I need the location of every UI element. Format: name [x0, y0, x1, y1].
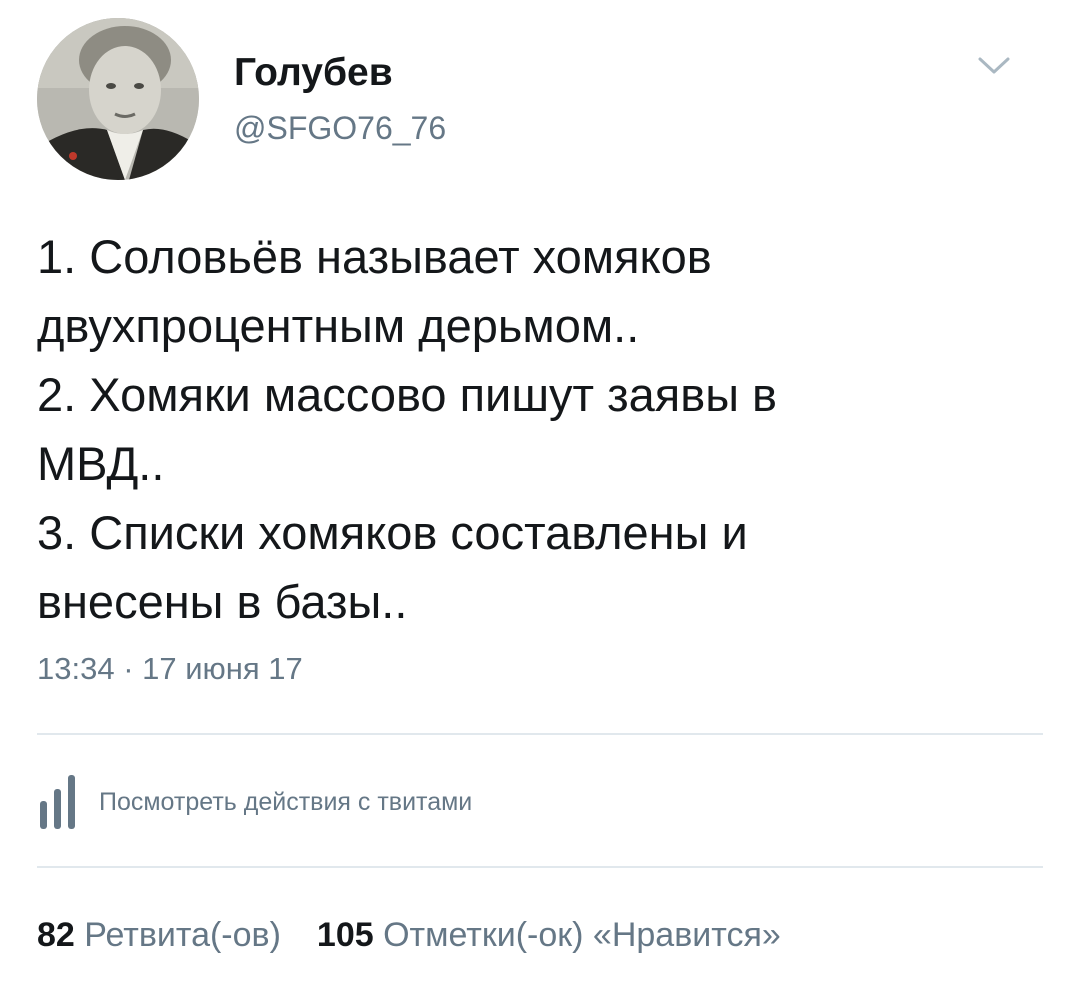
tweet-timestamp[interactable]: 13:34 · 17 июня 17: [37, 648, 303, 690]
retweets-label: Ретвита(-ов): [84, 916, 281, 954]
divider: [37, 866, 1043, 868]
avatar[interactable]: [37, 18, 199, 180]
tweet-activity-button[interactable]: Посмотреть действия с твитами: [37, 772, 472, 832]
retweets-count: 82: [37, 916, 75, 954]
likes-stat[interactable]: 105 Отметки(-ок) «Нравится»: [317, 916, 781, 954]
tweet-text-line: МВД..: [37, 437, 165, 490]
tweet-stats: 82 Ретвита(-ов) 105 Отметки(-ок) «Нравитс…: [37, 912, 781, 958]
user-handle[interactable]: @SFGO76_76: [234, 108, 446, 148]
tweet-text-line: внесены в базы..: [37, 575, 408, 628]
tweet-text: 1. Соловьёв называет хомяков двухпроцент…: [37, 222, 1047, 636]
bar-chart-icon: [40, 775, 75, 829]
avatar-photo: [37, 18, 199, 180]
tweet-text-line: двухпроцентным дерьмом..: [37, 299, 640, 352]
display-name[interactable]: Голубев: [234, 50, 393, 96]
tweet-text-line: 1. Соловьёв называет хомяков: [37, 230, 712, 283]
retweets-stat[interactable]: 82 Ретвита(-ов): [37, 916, 281, 954]
likes-count: 105: [316, 916, 374, 954]
activity-label: Посмотреть действия с твитами: [99, 787, 473, 816]
tweet-text-line: 2. Хомяки массово пишут заявы в: [37, 368, 778, 421]
likes-label: Отметки(-ок) «Нравится»: [383, 916, 781, 954]
divider: [37, 733, 1043, 735]
tweet-text-line: 3. Списки хомяков составлены и: [37, 506, 748, 559]
chevron-down-icon[interactable]: [974, 50, 1014, 80]
